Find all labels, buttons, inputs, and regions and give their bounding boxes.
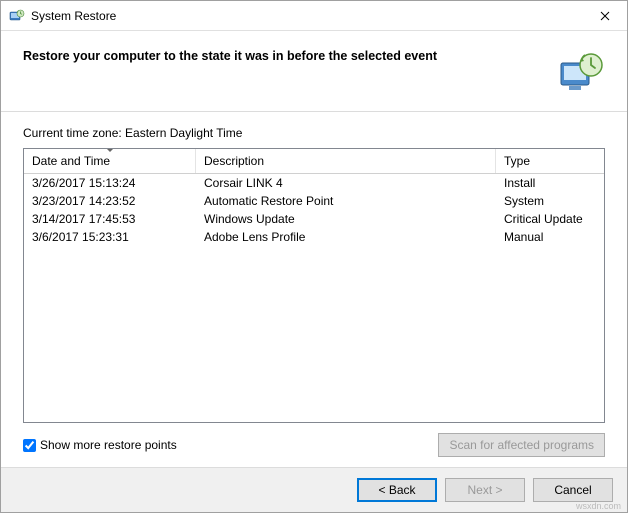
table-row[interactable]: 3/6/2017 15:23:31Adobe Lens ProfileManua…	[24, 228, 604, 246]
table-row[interactable]: 3/23/2017 14:23:52Automatic Restore Poin…	[24, 192, 604, 210]
content-area: Current time zone: Eastern Daylight Time…	[1, 112, 627, 467]
system-restore-large-icon	[557, 49, 605, 97]
cell-date: 3/26/2017 15:13:24	[24, 174, 196, 192]
column-description[interactable]: Description	[196, 149, 496, 173]
window-title: System Restore	[31, 9, 582, 23]
table-header: Date and Time Description Type	[24, 149, 604, 174]
system-restore-icon	[9, 8, 25, 24]
cell-desc: Automatic Restore Point	[196, 192, 496, 210]
cell-type: System	[496, 192, 604, 210]
close-button[interactable]	[582, 1, 627, 31]
system-restore-window: System Restore Restore your computer to …	[0, 0, 628, 513]
table-footer-controls: Show more restore points Scan for affect…	[23, 433, 605, 457]
back-button[interactable]: < Back	[357, 478, 437, 502]
wizard-header: Restore your computer to the state it wa…	[1, 31, 627, 112]
column-description-label: Description	[204, 154, 264, 168]
cell-type: Manual	[496, 228, 604, 246]
show-more-restore-points[interactable]: Show more restore points	[23, 438, 177, 452]
scan-affected-programs-button: Scan for affected programs	[438, 433, 605, 457]
page-heading: Restore your computer to the state it wa…	[23, 49, 545, 63]
cell-desc: Corsair LINK 4	[196, 174, 496, 192]
table-row[interactable]: 3/14/2017 17:45:53Windows UpdateCritical…	[24, 210, 604, 228]
close-icon	[600, 11, 610, 21]
table-row[interactable]: 3/26/2017 15:13:24Corsair LINK 4Install	[24, 174, 604, 192]
cell-date: 3/14/2017 17:45:53	[24, 210, 196, 228]
wizard-buttons: < Back Next > Cancel	[1, 467, 627, 512]
cell-date: 3/6/2017 15:23:31	[24, 228, 196, 246]
column-type-label: Type	[504, 154, 530, 168]
column-date-time[interactable]: Date and Time	[24, 149, 196, 173]
cell-desc: Windows Update	[196, 210, 496, 228]
cell-desc: Adobe Lens Profile	[196, 228, 496, 246]
sort-descending-icon	[106, 148, 114, 152]
column-type[interactable]: Type	[496, 149, 604, 173]
next-button: Next >	[445, 478, 525, 502]
show-more-label: Show more restore points	[40, 438, 177, 452]
timezone-label: Current time zone: Eastern Daylight Time	[23, 126, 605, 140]
cell-date: 3/23/2017 14:23:52	[24, 192, 196, 210]
titlebar: System Restore	[1, 1, 627, 31]
cancel-button[interactable]: Cancel	[533, 478, 613, 502]
restore-points-table: Date and Time Description Type 3/26/2017…	[23, 148, 605, 423]
cell-type: Install	[496, 174, 604, 192]
show-more-checkbox[interactable]	[23, 439, 36, 452]
table-body: 3/26/2017 15:13:24Corsair LINK 4Install3…	[24, 174, 604, 422]
cell-type: Critical Update	[496, 210, 604, 228]
column-date-time-label: Date and Time	[32, 154, 110, 168]
